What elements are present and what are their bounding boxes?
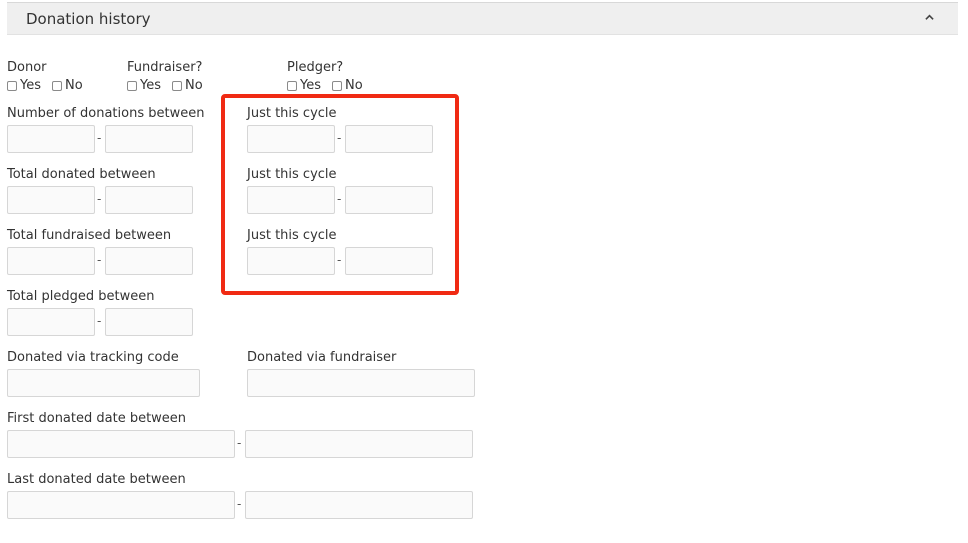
- range-separator: -: [97, 253, 102, 267]
- num-donations-label: Number of donations between: [7, 106, 205, 121]
- first-donated-label: First donated date between: [7, 411, 187, 426]
- total-donated-max-input[interactable]: [105, 186, 193, 214]
- range-separator: -: [237, 497, 242, 511]
- donor-yes-checkbox[interactable]: [7, 80, 17, 91]
- fundraiser-no-label: No: [185, 78, 203, 93]
- donor-no-checkbox[interactable]: [52, 80, 62, 91]
- num-donations-min-input[interactable]: [7, 125, 95, 153]
- total-pledged-max-input[interactable]: [105, 308, 193, 336]
- range-separator: -: [97, 192, 102, 206]
- fundraiser-options: Yes No: [127, 78, 214, 93]
- last-donated-label: Last donated date between: [7, 472, 186, 487]
- total-fundraised-label: Total fundraised between: [7, 228, 172, 243]
- fundraiser-no-checkbox[interactable]: [172, 80, 182, 91]
- range-separator: -: [97, 131, 102, 145]
- range-separator: -: [237, 436, 242, 450]
- fundraiser-yes-label: Yes: [140, 78, 161, 93]
- fundraiser-yes-checkbox[interactable]: [127, 80, 137, 91]
- highlight-annotation: [221, 94, 459, 295]
- chevron-up-icon[interactable]: [925, 13, 934, 22]
- num-donations-max-input[interactable]: [105, 125, 193, 153]
- first-donated-to-input[interactable]: [245, 430, 473, 458]
- tracking-code-label: Donated via tracking code: [7, 350, 179, 365]
- donation-history-header[interactable]: Donation history: [7, 2, 958, 35]
- pledger-yes-label: Yes: [300, 78, 321, 93]
- total-donated-label: Total donated between: [7, 167, 156, 182]
- first-donated-from-input[interactable]: [7, 430, 235, 458]
- last-donated-from-input[interactable]: [7, 491, 235, 519]
- donor-options: Yes No: [7, 78, 94, 93]
- donor-yes-label: Yes: [20, 78, 41, 93]
- fundraiser-label: Fundraiser?: [127, 60, 203, 75]
- donor-no-label: No: [65, 78, 83, 93]
- donated-via-fundraiser-label: Donated via fundraiser: [247, 350, 397, 365]
- pledger-no-label: No: [345, 78, 363, 93]
- tracking-code-input[interactable]: [7, 369, 200, 397]
- donor-label: Donor: [7, 60, 47, 75]
- pledger-yes-checkbox[interactable]: [287, 80, 297, 91]
- donated-via-fundraiser-input[interactable]: [247, 369, 475, 397]
- total-pledged-min-input[interactable]: [7, 308, 95, 336]
- pledger-label: Pledger?: [287, 60, 344, 75]
- total-fundraised-min-input[interactable]: [7, 247, 95, 275]
- pledger-options: Yes No: [287, 78, 374, 93]
- last-donated-to-input[interactable]: [245, 491, 473, 519]
- range-separator: -: [97, 314, 102, 328]
- total-fundraised-max-input[interactable]: [105, 247, 193, 275]
- total-donated-min-input[interactable]: [7, 186, 95, 214]
- pledger-no-checkbox[interactable]: [332, 80, 342, 91]
- total-pledged-label: Total pledged between: [7, 289, 155, 304]
- panel-title: Donation history: [26, 10, 151, 28]
